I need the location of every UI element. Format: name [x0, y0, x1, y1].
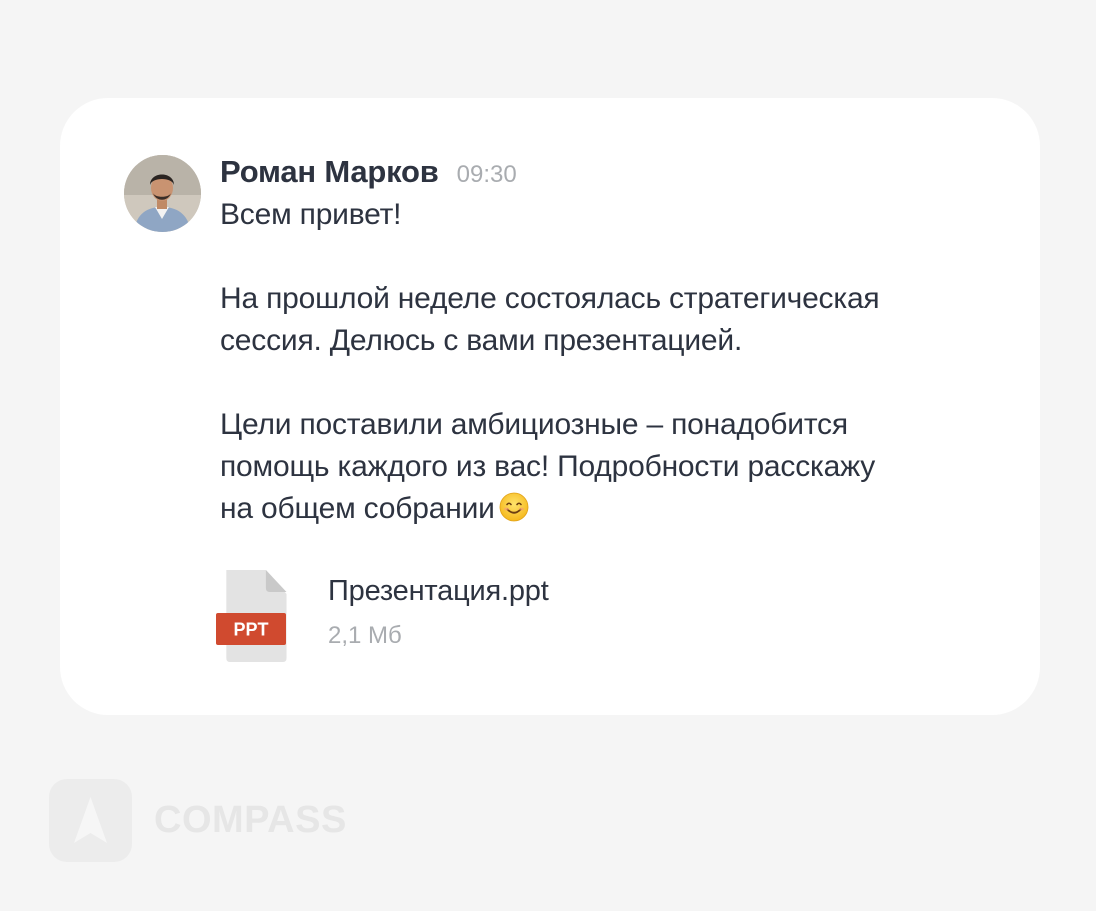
compass-arrow-icon	[74, 796, 107, 843]
message-time: 09:30	[456, 161, 517, 188]
compass-logo	[49, 778, 132, 862]
message-paragraph-1: Всем привет!	[220, 198, 402, 231]
author-name[interactable]: Роман Марков	[220, 154, 439, 190]
file-attachment[interactable]: PPT Презентация.ppt 2,1 Мб	[216, 568, 636, 663]
ppt-file-icon: PPT	[216, 570, 287, 662]
file-type-label: PPT	[233, 620, 268, 640]
file-size: 2,1 Мб	[328, 622, 402, 649]
message-header: Роман Марков 09:30	[220, 154, 1020, 194]
message-paragraph-3: Цели поставили амбициозные – понадобится…	[220, 404, 1020, 530]
message-paragraph-2: На прошлой неделе состоялась стратегичес…	[220, 282, 880, 357]
avatar[interactable]	[124, 155, 201, 232]
user-photo-icon	[124, 155, 201, 232]
message-body: Роман Марков 09:30 Всем привет! На прошл…	[220, 154, 1020, 530]
message-card: Роман Марков 09:30 Всем привет! На прошл…	[60, 98, 1040, 715]
brand-watermark: COMPASS	[49, 778, 347, 862]
smiling-face-emoji-icon	[499, 492, 529, 522]
file-name[interactable]: Презентация.ppt	[328, 575, 549, 608]
brand-name: COMPASS	[154, 798, 347, 841]
message-paragraph-3-text: Цели поставили амбициозные – понадобится…	[220, 408, 876, 525]
